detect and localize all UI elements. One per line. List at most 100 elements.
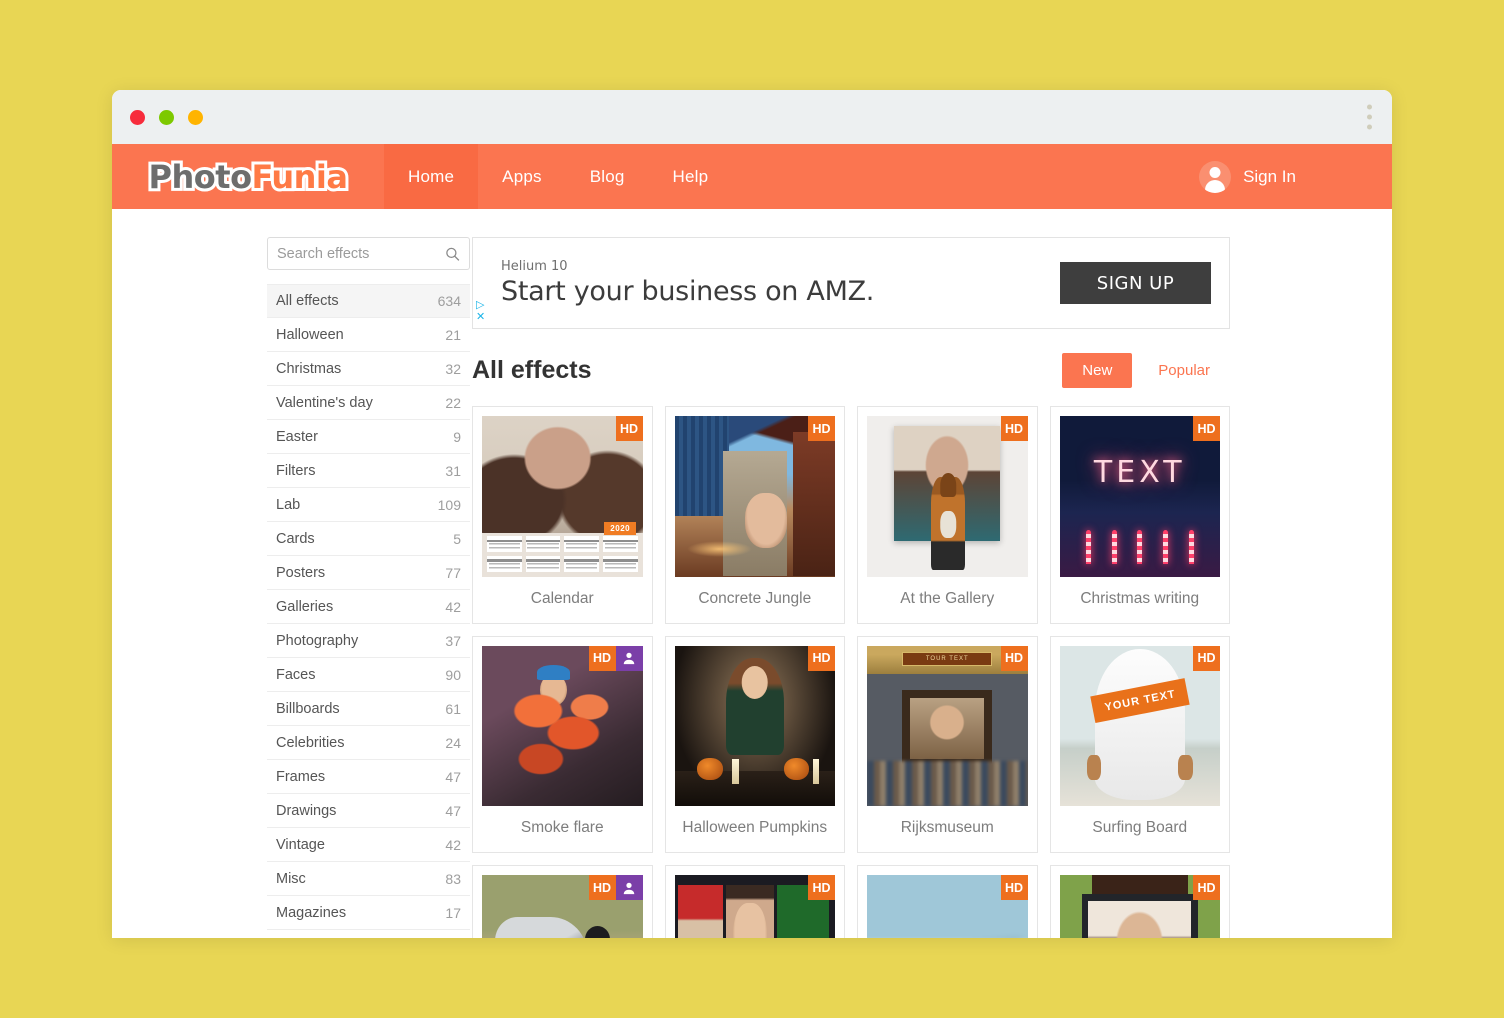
effect-card[interactable]: TOUR TEXT HD Rijksmuseum — [857, 635, 1038, 853]
sign-in-label: Sign In — [1243, 166, 1296, 186]
badge-group: HD — [1193, 416, 1220, 441]
sidebar-item-filters[interactable]: Filters 31 — [267, 454, 470, 488]
effect-card[interactable]: BRONX TALEHD — [664, 865, 845, 938]
browser-window: PhotoFunia Home Apps Blog Help Sign In S… — [112, 90, 1392, 938]
nav-item-apps[interactable]: Apps — [478, 144, 566, 209]
effect-thumbnail[interactable]: HD — [1059, 875, 1220, 938]
sidebar-item-billboards[interactable]: Billboards 61 — [267, 692, 470, 726]
advertisement-banner[interactable]: ▷ ✕ Helium 10 Start your business on AMZ… — [472, 237, 1230, 329]
sidebar-item-valentine-s-day[interactable]: Valentine's day 22 — [267, 386, 470, 420]
effect-card[interactable]: HD — [472, 865, 653, 938]
page-title: All effects — [472, 356, 592, 384]
sort-new-button[interactable]: New — [1062, 353, 1133, 388]
sidebar-item-drawings[interactable]: Drawings 47 — [267, 794, 470, 828]
category-count: 31 — [445, 462, 461, 479]
logo[interactable]: PhotoFunia — [112, 144, 384, 209]
hd-badge: HD — [588, 645, 616, 671]
category-count: 17 — [445, 904, 461, 921]
sidebar-item-galleries[interactable]: Galleries 42 — [267, 590, 470, 624]
effect-name: Surfing Board — [1092, 819, 1188, 836]
effect-thumbnail[interactable]: TEXT HD — [1059, 416, 1220, 577]
sidebar-item-lab[interactable]: Lab 109 — [267, 488, 470, 522]
effect-thumbnail[interactable]: HD — [867, 416, 1028, 577]
category-label: Misc — [276, 870, 306, 887]
nav-item-help[interactable]: Help — [649, 144, 733, 209]
sidebar-item-easter[interactable]: Easter 9 — [267, 420, 470, 454]
effect-card[interactable]: HD Smoke flare — [472, 635, 653, 853]
badge-group: HD — [808, 416, 835, 441]
effect-thumbnail[interactable]: YOUR TEXT HD — [1059, 645, 1220, 806]
sidebar-item-frames[interactable]: Frames 47 — [267, 760, 470, 794]
sidebar-item-misc[interactable]: Misc 83 — [267, 862, 470, 896]
category-count: 42 — [445, 598, 461, 615]
search-input[interactable] — [268, 238, 469, 269]
person-badge-icon — [615, 645, 643, 671]
sidebar-item-posters[interactable]: Posters 77 — [267, 556, 470, 590]
effect-card[interactable]: HD Concrete Jungle — [664, 406, 845, 624]
sidebar-item-cards[interactable]: Cards 5 — [267, 522, 470, 556]
browser-chrome-bar — [112, 90, 1392, 144]
category-count: 21 — [445, 326, 461, 343]
hd-badge: HD — [1193, 875, 1220, 900]
effect-thumbnail[interactable]: HD — [482, 645, 643, 806]
hd-badge: HD — [1000, 875, 1028, 900]
effect-name: At the Gallery — [900, 589, 995, 607]
sidebar-item-halloween[interactable]: Halloween 21 — [267, 318, 470, 352]
category-label: Halloween — [276, 326, 344, 343]
effect-thumbnail[interactable]: HD — [674, 645, 835, 806]
effect-thumbnail[interactable]: TOUR TEXT HD — [867, 645, 1028, 806]
sign-in-button[interactable]: Sign In — [1199, 160, 1296, 193]
category-count: 22 — [445, 394, 461, 411]
adchoices-triangle-icon[interactable]: ▷ — [476, 300, 485, 311]
badge-group: HD — [588, 875, 643, 900]
effect-card[interactable]: Your TextHD — [857, 865, 1038, 938]
sidebar-item-magazines[interactable]: Magazines 17 — [267, 896, 470, 930]
close-x-icon[interactable]: ✕ — [476, 312, 485, 323]
effect-card[interactable]: TEXT HD Christmas writing — [1049, 406, 1230, 624]
sort-toggle-group: New Popular — [1062, 353, 1230, 388]
close-window-button[interactable] — [130, 109, 145, 125]
effect-name: Christmas writing — [1080, 589, 1200, 607]
sidebar-item-vintage[interactable]: Vintage 42 — [267, 828, 470, 862]
nav-item-home[interactable]: Home — [384, 144, 479, 209]
category-label: Cards — [276, 530, 315, 547]
minimize-window-button[interactable] — [159, 109, 174, 125]
effect-thumbnail[interactable]: Your TextHD — [867, 875, 1028, 938]
badge-group: HD — [1193, 875, 1220, 900]
page-root: PhotoFunia Home Apps Blog Help Sign In S… — [0, 0, 1504, 1018]
badge-group: HD — [808, 875, 835, 900]
page-content: All effects 634 Halloween 21 Christmas 32 Vale… — [112, 209, 1392, 938]
hd-badge: HD — [808, 875, 835, 900]
sidebar-item-faces[interactable]: Faces 90 — [267, 658, 470, 692]
badge-group: HD — [615, 416, 643, 441]
maximize-window-button[interactable] — [188, 109, 203, 125]
category-count: 109 — [437, 496, 461, 513]
category-label: Faces — [276, 666, 316, 683]
hd-badge: HD — [1000, 645, 1028, 671]
effect-thumbnail[interactable]: 2020 HD — [482, 416, 643, 577]
effect-card[interactable]: HD At the Gallery — [857, 406, 1038, 624]
ad-signup-button[interactable]: SIGN UP — [1060, 262, 1211, 304]
category-count: 634 — [437, 293, 461, 309]
sort-popular-button[interactable]: Popular — [1138, 353, 1230, 388]
effect-card[interactable]: 2020 HD Calendar — [472, 406, 653, 624]
search-effects-box[interactable] — [267, 237, 470, 270]
effect-card[interactable]: YOUR TEXT HD Surfing Board — [1049, 635, 1230, 853]
sidebar-item-christmas[interactable]: Christmas 32 — [267, 352, 470, 386]
category-label: Magazines — [276, 904, 347, 921]
category-label: All effects — [276, 293, 339, 309]
effect-thumbnail[interactable]: BRONX TALEHD — [674, 875, 835, 938]
sidebar-item-celebrities[interactable]: Celebrities 24 — [267, 726, 470, 760]
effect-thumbnail[interactable]: HD — [674, 416, 835, 577]
adchoices-controls[interactable]: ▷ ✕ — [476, 300, 485, 323]
sidebar-item-photography[interactable]: Photography 37 — [267, 624, 470, 658]
category-count: 32 — [445, 360, 461, 377]
nav-item-blog[interactable]: Blog — [566, 144, 649, 209]
effect-card[interactable]: HD — [1049, 865, 1230, 938]
logo-text-photo: Photo — [146, 155, 256, 199]
sidebar-item-all-effects[interactable]: All effects 634 — [267, 284, 470, 318]
effect-thumbnail[interactable]: HD — [482, 875, 643, 938]
effect-card[interactable]: HD Halloween Pumpkins — [664, 635, 845, 853]
logo-text-funia: Funia — [249, 155, 351, 199]
kebab-menu-icon[interactable] — [1367, 104, 1372, 130]
